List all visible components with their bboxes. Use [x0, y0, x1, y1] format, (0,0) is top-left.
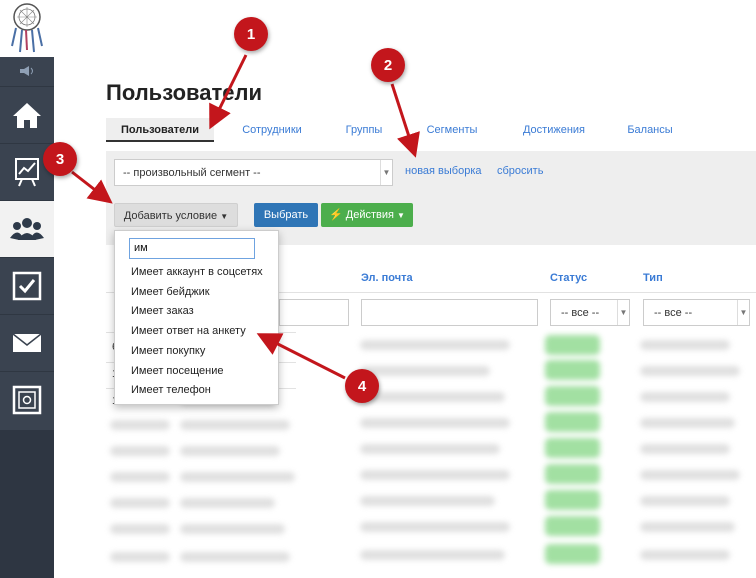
annotation-arrow-1 — [209, 54, 248, 130]
annotation-marker-3: 3 — [43, 142, 77, 176]
annotation-marker-4: 4 — [345, 369, 379, 403]
annotation-marker-1: 1 — [234, 17, 268, 51]
annotation-marker-2: 2 — [371, 48, 405, 82]
annotation-arrow-3 — [71, 170, 113, 204]
annotation-arrows — [71, 54, 420, 380]
annotation-arrow-4 — [256, 333, 346, 380]
annotation-arrow-2 — [390, 83, 420, 158]
